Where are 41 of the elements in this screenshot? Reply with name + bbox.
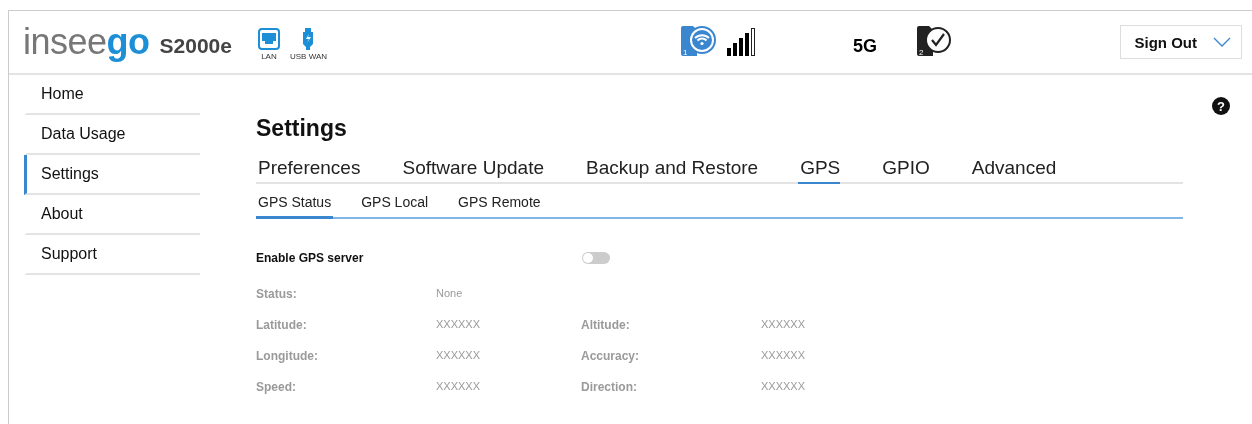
- field-value: None: [436, 287, 464, 301]
- sign-out-button[interactable]: Sign Out: [1119, 25, 1242, 59]
- field-label: Accuracy:: [581, 349, 641, 363]
- tab[interactable]: Advanced: [969, 157, 1057, 184]
- sidebar-item[interactable]: Settings: [24, 155, 200, 195]
- chevron-down-icon: [1213, 37, 1231, 47]
- field-value: XXXXXX: [761, 380, 807, 394]
- sidebar-item[interactable]: About: [24, 195, 200, 235]
- page-title: Settings: [256, 115, 348, 143]
- usb-icon: [302, 27, 315, 50]
- tab[interactable]: GPS: [798, 157, 841, 184]
- model-name: S2000e: [159, 34, 232, 58]
- field-label: Status:: [256, 287, 298, 301]
- field-label: Latitude:: [256, 318, 308, 332]
- network-type: 5G: [853, 35, 877, 57]
- help-icon[interactable]: ?: [1212, 97, 1230, 115]
- field-value: XXXXXX: [436, 349, 482, 363]
- field-value: XXXXXX: [436, 380, 482, 394]
- brand-logo: inseego: [23, 22, 150, 62]
- ethernet-port-icon: [257, 27, 280, 50]
- toggle-switch[interactable]: [582, 252, 610, 264]
- field-value: XXXXXX: [761, 318, 807, 332]
- sub-tab[interactable]: GPS Remote: [456, 194, 543, 219]
- sidebar-item[interactable]: Data Usage: [24, 115, 200, 155]
- field-label: Speed:: [256, 380, 297, 394]
- field-label: Altitude:: [581, 318, 631, 332]
- sub-tab[interactable]: GPS Local: [359, 194, 431, 219]
- sub-tab[interactable]: GPS Status: [256, 194, 334, 219]
- setting-label: Enable GPS server: [256, 251, 365, 265]
- field-value: XXXXXX: [436, 318, 482, 332]
- tab[interactable]: Backup and Restore: [584, 157, 759, 184]
- sidebar-item[interactable]: Home: [24, 75, 200, 115]
- field-value: XXXXXX: [761, 349, 807, 363]
- tab[interactable]: GPIO: [880, 157, 930, 184]
- tab[interactable]: Preferences: [256, 157, 361, 184]
- tab[interactable]: Software Update: [400, 157, 544, 184]
- sidebar-item[interactable]: Support: [24, 235, 200, 275]
- field-label: Longitude:: [256, 349, 319, 363]
- field-label: Direction:: [581, 380, 638, 394]
- port-label: USB WAN: [289, 51, 327, 61]
- port-label: LAN: [261, 51, 277, 61]
